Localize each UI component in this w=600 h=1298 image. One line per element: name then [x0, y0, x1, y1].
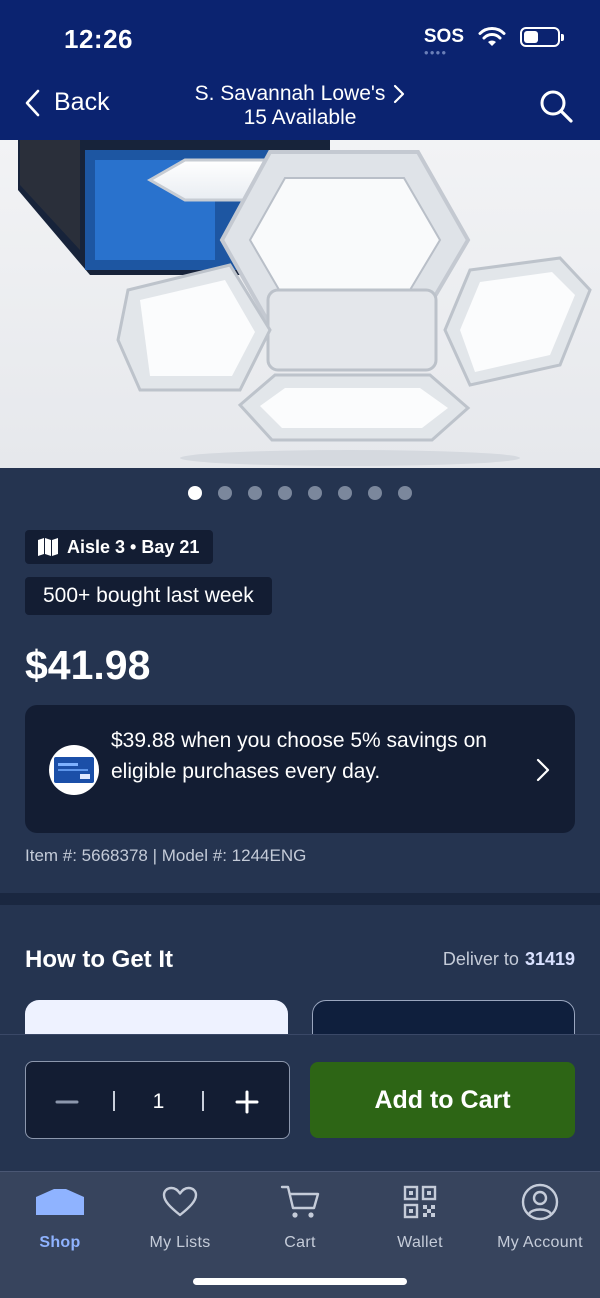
carousel-dots [0, 486, 600, 500]
heart-icon [154, 1182, 206, 1222]
carousel-dot[interactable] [278, 486, 292, 500]
battery-level [524, 31, 538, 43]
store-line: S. Savannah Lowe's [195, 82, 406, 106]
product-photo [18, 140, 592, 466]
wifi-icon [478, 27, 506, 46]
carousel-dot[interactable] [188, 486, 202, 500]
item-model-numbers: Item #: 5668378 | Model #: 1244ENG [25, 846, 307, 865]
credit-card-icon [49, 745, 99, 795]
carousel-dot[interactable] [248, 486, 262, 500]
tab-wallet[interactable]: Wallet [360, 1182, 480, 1262]
tab-shop[interactable]: Shop [0, 1182, 120, 1262]
deliver-to-zip[interactable]: Deliver to 31419 [443, 949, 575, 970]
home-indicator [193, 1278, 407, 1285]
search-icon[interactable] [538, 88, 574, 124]
carousel-dot[interactable] [338, 486, 352, 500]
top-bar: 12:26 SOS ●●●● Back S. Savannah Lowe's 1… [0, 0, 600, 140]
zip-code: 31419 [524, 949, 575, 969]
sos-label: SOS [423, 26, 464, 47]
cart-icon [274, 1182, 326, 1222]
chevron-right-icon [536, 758, 550, 782]
quantity-value[interactable]: 1 [116, 1090, 201, 1114]
savings-promo-card[interactable]: $39.88 when you choose 5% savings on eli… [25, 705, 575, 833]
tab-bar: Shop My Lists Cart Wallet My Account [0, 1171, 600, 1298]
battery-icon [520, 27, 564, 47]
tab-my-account[interactable]: My Account [480, 1182, 600, 1262]
promo-text: $39.88 when you choose 5% savings on eli… [111, 729, 487, 783]
carousel-dot[interactable] [218, 486, 232, 500]
carousel-dot[interactable] [398, 486, 412, 500]
aisle-label: Aisle 3 • Bay 21 [67, 536, 200, 557]
tab-label: Cart [284, 1234, 316, 1251]
product-image[interactable] [0, 140, 600, 468]
section-divider [0, 893, 600, 905]
store-availability: 15 Available [243, 106, 357, 129]
plus-icon[interactable] [234, 1089, 260, 1115]
quantity-divider [202, 1091, 204, 1111]
back-label: Back [54, 88, 110, 116]
card-graphic [54, 757, 94, 783]
add-to-cart-button[interactable]: Add to Cart [310, 1062, 575, 1138]
quantity-divider [113, 1091, 115, 1111]
store-selector[interactable]: S. Savannah Lowe's 15 Available [160, 82, 440, 130]
product-price: $41.98 [25, 642, 151, 688]
tab-label: Wallet [397, 1234, 443, 1251]
purchase-bar: 1 Add to Cart [0, 1034, 600, 1171]
chevron-left-icon [25, 89, 40, 116]
map-icon [38, 538, 58, 556]
store-name: S. Savannah Lowe's [194, 82, 386, 105]
back-button[interactable]: Back [24, 88, 110, 117]
signal-dots-icon: ●●●● [423, 48, 448, 57]
status-indicators: SOS ●●●● [423, 26, 564, 57]
carousel-dot[interactable] [368, 486, 382, 500]
quantity-stepper: 1 [25, 1061, 290, 1139]
account-icon [514, 1182, 566, 1222]
tab-my-lists[interactable]: My Lists [120, 1182, 240, 1262]
how-to-get-it-title: How to Get It [25, 946, 173, 973]
status-time: 12:26 [64, 24, 133, 54]
shop-icon [34, 1182, 86, 1222]
tab-label: Shop [39, 1234, 81, 1251]
carousel-dot[interactable] [308, 486, 322, 500]
qr-code-icon [394, 1182, 446, 1222]
tab-label: My Lists [149, 1234, 211, 1251]
tab-cart[interactable]: Cart [240, 1182, 360, 1262]
social-proof-badge: 500+ bought last week [25, 577, 272, 615]
deliver-to-label: Deliver to [442, 949, 519, 969]
chevron-right-icon [394, 84, 405, 104]
tab-label: My Account [497, 1234, 583, 1251]
minus-icon[interactable] [54, 1089, 80, 1115]
aisle-badge: Aisle 3 • Bay 21 [25, 530, 214, 564]
sos-indicator: SOS ●●●● [423, 26, 464, 57]
